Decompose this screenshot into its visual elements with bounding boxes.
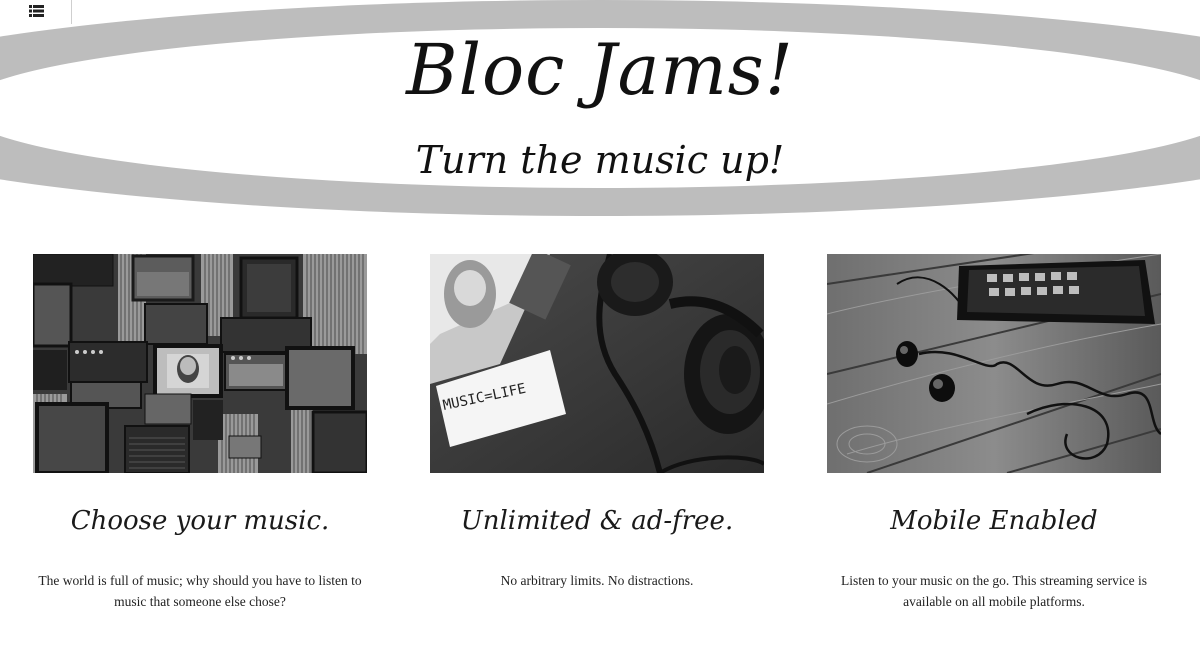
landing-page: Bloc Jams! Turn the music up! Choose you…	[0, 0, 1200, 670]
selling-point-title: Unlimited & ad-free.	[460, 506, 734, 536]
hero-subtitle: Turn the music up!	[415, 138, 785, 182]
selling-point-description: The world is full of music; why should y…	[38, 573, 362, 609]
earbuds-phone-photo	[827, 254, 1161, 473]
hero-title: Bloc Jams!	[406, 29, 794, 111]
selling-point-unlimited: MUSIC=LIFE Unlimited & ad-free. No arbit…	[430, 254, 802, 588]
hero-section: Bloc Jams! Turn the music up!	[0, 0, 1200, 220]
selling-point-choose: Choose your music. The world is full of …	[33, 254, 405, 609]
headphones-music-life-photo: MUSIC=LIFE	[430, 254, 764, 473]
selling-point-description: Listen to your music on the go. This str…	[840, 573, 1148, 609]
selling-point-title: Choose your music.	[70, 506, 330, 536]
selling-point-mobile: Mobile Enabled Listen to your music on t…	[827, 254, 1199, 609]
selling-point-title: Mobile Enabled	[890, 506, 1098, 536]
selling-points: Choose your music. The world is full of …	[0, 254, 1200, 654]
amplifiers-wall-photo	[33, 254, 367, 473]
menu-toggle-button[interactable]	[0, 0, 72, 24]
list-icon	[29, 5, 44, 17]
selling-point-description: No arbitrary limits. No distractions.	[500, 573, 694, 588]
